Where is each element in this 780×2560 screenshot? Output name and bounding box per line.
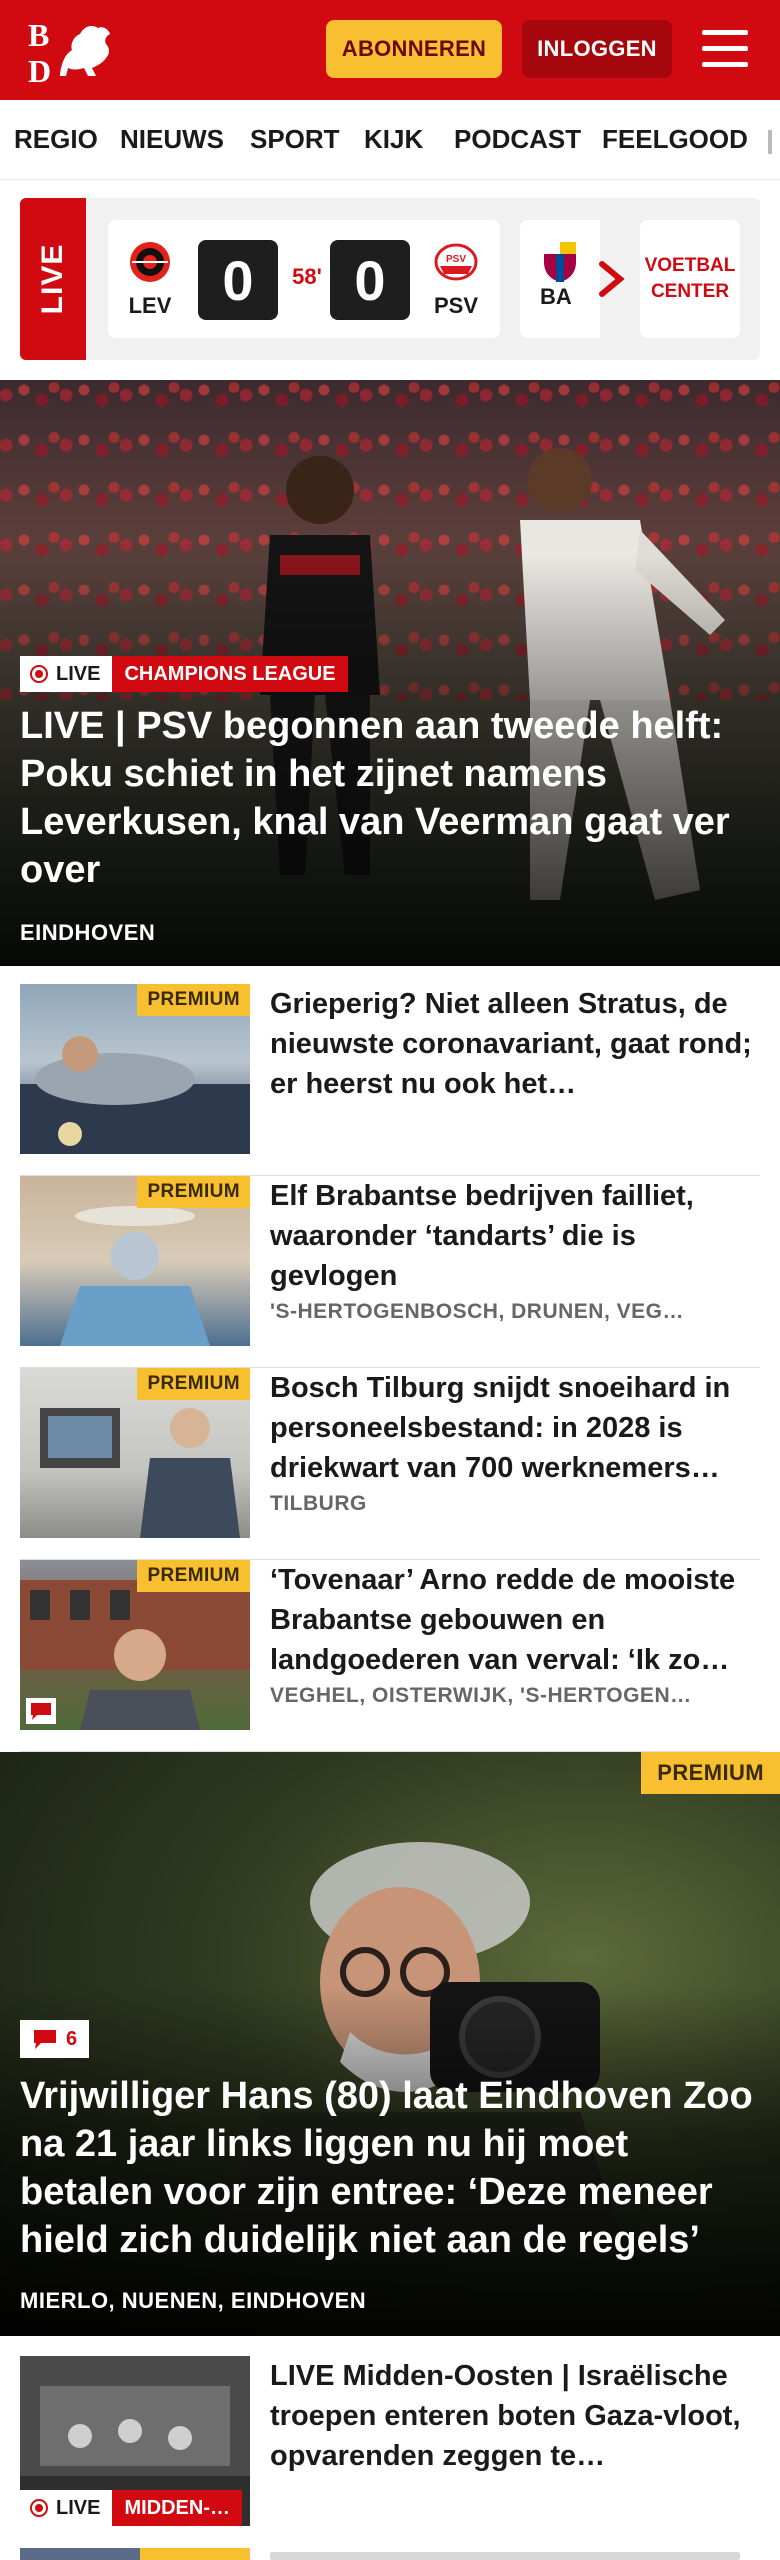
article-item[interactable]: PREMIUM Elf Brabantse bedrijven failliet… <box>20 1176 760 1368</box>
live-badge-label: LIVE <box>56 662 101 685</box>
hero-location: EINDHOVEN <box>20 920 156 945</box>
article-location: 'S-HERTOGENBOSCH, DRUNEN, VEG… <box>270 1300 684 1323</box>
featured-article[interactable]: PREMIUM 6 Vrijwilliger Hans (80) laat Ei… <box>0 1752 780 2336</box>
live-article-tags: LIVE MIDDEN-… <box>20 2490 242 2526</box>
nav-item-sport[interactable]: SPORT <box>250 124 340 155</box>
top-bar: B D ABONNEREN INLOGGEN <box>0 0 780 100</box>
comment-count-badge[interactable]: 6 <box>20 2020 90 2058</box>
live-dot-icon <box>30 2499 48 2517</box>
chevron-right-icon[interactable] <box>592 252 632 306</box>
bd-logo[interactable]: B D <box>26 16 116 86</box>
article-title[interactable]: ‘Tovenaar’ Arno redde de mooiste Brabant… <box>270 1560 760 1680</box>
nav-item-feelgood[interactable]: FEELGOOD <box>602 124 748 155</box>
login-button[interactable]: INLOGGEN <box>522 20 672 78</box>
article-item[interactable]: PREMIUM Grieperig? Niet alleen Stratus, … <box>20 984 760 1176</box>
article-thumbnail: LIVE MIDDEN-… <box>20 2356 250 2526</box>
svg-text:B: B <box>28 17 49 53</box>
category-badge: CHAMPIONS LEAGUE <box>112 656 348 692</box>
featured-location: MIERLO, NUENEN, EINDHOVEN <box>20 2288 367 2313</box>
next-article-title-peek <box>270 2552 740 2560</box>
article-title[interactable]: LIVE Midden-Oosten | Israëlische troepen… <box>270 2356 760 2476</box>
home-score: 0 <box>198 240 278 320</box>
category-badge: MIDDEN-… <box>112 2490 242 2526</box>
hero-article[interactable]: LIVE CHAMPIONS LEAGUE LIVE | PSV begonne… <box>0 380 780 966</box>
hamburger-menu-icon[interactable] <box>698 26 752 72</box>
live-scores-strip: LIVE LEV 0 58' 0 PSV PSV BA VOETBAL CENT… <box>20 198 760 360</box>
voetbal-center-link[interactable]: VOETBAL CENTER <box>640 220 740 338</box>
article-item[interactable]: PREMIUM Bosch Tilburg snijdt snoeihard i… <box>20 1368 760 1560</box>
leverkusen-crest-icon <box>130 242 170 282</box>
nav-overflow-indicator <box>768 130 772 154</box>
away-score: 0 <box>330 240 410 320</box>
article-title[interactable]: Elf Brabantse bedrijven failliet, waaron… <box>270 1176 760 1296</box>
live-article-item[interactable]: LIVE MIDDEN-… LIVE Midden-Oosten | Israë… <box>20 2356 760 2546</box>
article-location: TILBURG <box>270 1492 367 1515</box>
live-badge: LIVE <box>20 2490 113 2526</box>
premium-badge: PREMIUM <box>137 1560 250 1592</box>
nav-item-regio[interactable]: REGIO <box>14 124 98 155</box>
psv-crest-icon: PSV <box>434 243 478 281</box>
article-location: VEGHEL, OISTERWIJK, 'S-HERTOGEN… <box>270 1684 692 1707</box>
article-item[interactable]: PREMIUM ‘Tovenaar’ Arno redde de mooiste… <box>20 1560 760 1752</box>
live-badge: LIVE <box>20 656 113 692</box>
away-team: PSV PSV <box>426 240 486 319</box>
home-team: LEV <box>120 240 180 319</box>
hero-title[interactable]: LIVE | PSV begonnen aan tweede helft: Po… <box>20 702 760 894</box>
article-title[interactable]: Grieperig? Niet alleen Stratus, de nieuw… <box>270 984 760 1104</box>
away-team-code: PSV <box>433 293 479 318</box>
barcelona-crest-icon <box>544 242 576 282</box>
subscribe-button[interactable]: ABONNEREN <box>326 20 502 78</box>
comment-icon <box>26 1698 56 1724</box>
next-article-peek <box>20 2548 250 2560</box>
nav-item-podcast[interactable]: PODCAST <box>454 124 581 155</box>
home-team-code: LEV <box>128 293 172 318</box>
featured-title[interactable]: Vrijwilliger Hans (80) laat Eindhoven Zo… <box>20 2072 760 2264</box>
article-thumbnail: PREMIUM <box>20 984 250 1154</box>
premium-badge: PREMIUM <box>137 1368 250 1400</box>
live-strip: LIVE <box>20 198 86 360</box>
section-nav: REGIO NIEUWS SPORT KIJK PODCAST FEELGOOD <box>0 100 780 180</box>
svg-text:D: D <box>28 53 51 86</box>
article-title[interactable]: Bosch Tilburg snijdt snoeihard in person… <box>270 1368 760 1488</box>
live-dot-icon <box>30 665 48 683</box>
match-minute: 58' <box>292 264 322 289</box>
article-thumbnail: PREMIUM <box>20 1176 250 1346</box>
next-match-card[interactable]: BA <box>520 220 600 338</box>
article-thumbnail: PREMIUM <box>20 1560 250 1730</box>
comment-count: 6 <box>66 2027 78 2050</box>
hero-tags: LIVE CHAMPIONS LEAGUE <box>20 656 348 692</box>
next-match-code: BA <box>540 284 572 309</box>
article-thumbnail: PREMIUM <box>20 1368 250 1538</box>
premium-badge: PREMIUM <box>137 984 250 1016</box>
match-card[interactable]: LEV 0 58' 0 PSV PSV <box>108 220 500 338</box>
premium-badge: PREMIUM <box>137 1176 250 1208</box>
svg-text:PSV: PSV <box>446 254 466 265</box>
premium-badge: PREMIUM <box>641 1752 780 1794</box>
nav-item-kijk[interactable]: KIJK <box>364 124 423 155</box>
live-strip-label: LIVE <box>36 243 69 315</box>
live-badge-label: LIVE <box>56 2496 101 2519</box>
nav-item-nieuws[interactable]: NIEUWS <box>120 124 224 155</box>
comment-icon <box>34 2030 56 2049</box>
